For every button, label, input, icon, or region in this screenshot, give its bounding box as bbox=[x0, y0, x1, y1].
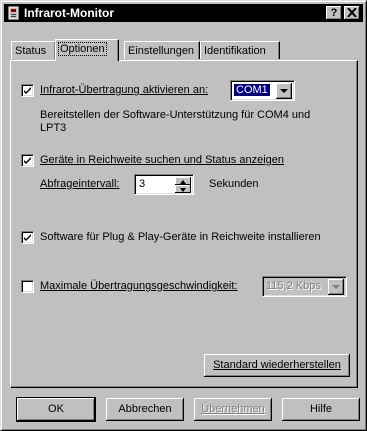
cancel-button[interactable]: Abbrechen bbox=[106, 398, 184, 421]
poll-interval-label: Abfrageintervall: bbox=[40, 178, 120, 190]
checkmark-icon bbox=[24, 87, 31, 94]
support-note-line2: LPT3 bbox=[40, 122, 67, 134]
help-title-button[interactable]: ? bbox=[326, 6, 342, 20]
options-panel: Infrarot-Übertragung aktivieren an: COM1… bbox=[10, 60, 358, 388]
port-select[interactable]: COM1 bbox=[230, 80, 295, 101]
scan-devices-label-text: Geräte in Reichweite suchen und Status a… bbox=[40, 154, 284, 166]
poll-interval-unit: Sekunden bbox=[209, 178, 259, 190]
poll-interval-value: 3 bbox=[139, 178, 146, 190]
apply-button[interactable]: Übernehmen bbox=[194, 398, 272, 421]
spin-down-button[interactable] bbox=[175, 185, 191, 193]
max-speed-label-text: Maximale Übertragungsgeschwindigkeit: bbox=[40, 280, 238, 292]
apply-label: Übernehmen bbox=[201, 403, 265, 415]
infrared-monitor-icon bbox=[8, 6, 19, 20]
max-speed-select[interactable]: 115,2 Kbps bbox=[262, 276, 347, 297]
plug-and-play-label: Software für Plug & Play-Geräte in Reich… bbox=[40, 231, 321, 243]
max-speed-checkbox[interactable] bbox=[21, 280, 34, 293]
plug-and-play-checkbox[interactable] bbox=[21, 231, 34, 244]
infrared-enable-label: Infrarot-Übertragung aktivieren an: bbox=[40, 84, 209, 96]
infrared-enable-checkbox[interactable] bbox=[21, 84, 34, 97]
restore-defaults-label: Standard wiederherstellen bbox=[213, 359, 341, 371]
tab-einstellungen[interactable]: Einstellungen bbox=[124, 41, 200, 59]
port-dropdown-button[interactable] bbox=[276, 83, 292, 99]
window-title: Infrarot-Monitor bbox=[24, 6, 114, 20]
checkmark-icon bbox=[24, 157, 31, 164]
close-title-button[interactable] bbox=[344, 6, 360, 20]
tab-identifikation[interactable]: Identifikation bbox=[200, 41, 280, 59]
help-button[interactable]: Hilfe bbox=[282, 398, 360, 421]
max-speed-value: 115,2 Kbps bbox=[266, 280, 321, 292]
title-bar[interactable]: Infrarot-Monitor ? bbox=[4, 4, 363, 22]
max-speed-dropdown-button[interactable] bbox=[328, 279, 344, 295]
checkmark-icon bbox=[24, 234, 31, 241]
spin-up-button[interactable] bbox=[175, 177, 191, 185]
tab-optionen[interactable]: Optionen bbox=[55, 39, 119, 61]
scan-devices-checkbox[interactable] bbox=[21, 154, 34, 167]
chevron-down-icon bbox=[332, 285, 340, 289]
ok-button[interactable]: OK bbox=[16, 397, 96, 422]
tab-optionen-label: Optionen bbox=[58, 42, 107, 56]
poll-interval-spinner[interactable]: 3 bbox=[134, 174, 194, 195]
dialog-window: Infrarot-Monitor ? Status Optionen Einst… bbox=[0, 0, 367, 431]
tab-status[interactable]: Status bbox=[11, 41, 56, 59]
arrow-down-icon bbox=[180, 188, 186, 192]
restore-defaults-button[interactable]: Standard wiederherstellen bbox=[204, 354, 350, 377]
support-note-line1: Bereitstellen der Software-Unterstützung… bbox=[40, 109, 311, 121]
scan-devices-label: Geräte in Reichweite suchen und Status a… bbox=[40, 154, 284, 166]
chevron-down-icon bbox=[280, 89, 288, 93]
max-speed-label: Maximale Übertragungsgeschwindigkeit: bbox=[40, 280, 237, 292]
close-icon bbox=[347, 7, 357, 18]
port-value: COM1 bbox=[234, 84, 270, 96]
